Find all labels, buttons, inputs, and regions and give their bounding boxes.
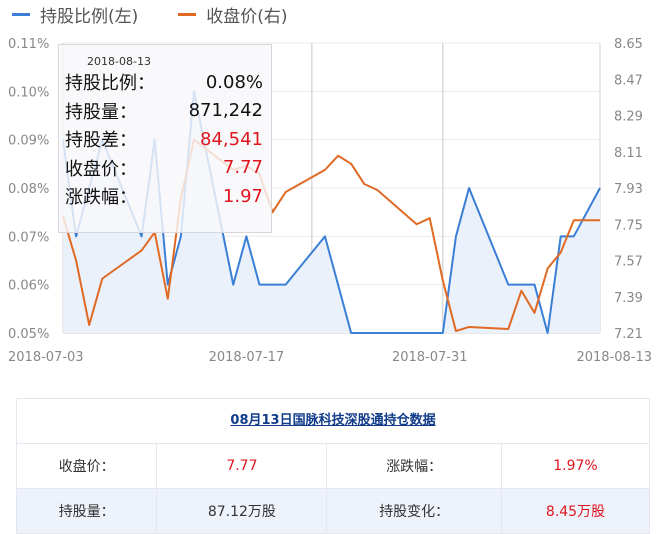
- left-tick-label: 0.10%: [8, 85, 49, 100]
- tooltip-row-close: 收盘价： 7.77: [59, 154, 271, 183]
- table-cell-label: 持股量：: [17, 488, 157, 533]
- tooltip-label: 持股差：: [65, 130, 137, 152]
- right-tick-label: 8.47: [614, 73, 643, 88]
- table-title: 08月13日国脉科技深股通持仓数据: [17, 399, 649, 443]
- right-tick-label: 8.11: [614, 146, 643, 161]
- table-cell-value: 87.12万股: [156, 488, 327, 533]
- tooltip-label: 收盘价：: [65, 158, 137, 180]
- right-tick-label: 7.57: [614, 255, 643, 270]
- right-tick-label: 7.39: [614, 291, 643, 306]
- left-tick-label: 0.08%: [8, 182, 49, 197]
- legend-item-price[interactable]: 收盘价(右): [166, 2, 288, 27]
- table-row: 收盘价： 7.77 涨跌幅： 1.97%: [17, 443, 649, 489]
- table-title-link[interactable]: 08月13日国脉科技深股通持仓数据: [230, 413, 435, 428]
- legend-label-holding: 持股比例(左): [40, 6, 139, 27]
- right-tick-label: 7.75: [614, 218, 643, 233]
- chart-tooltip: 2018-08-13 持股比例： 0.08% 持股量： 871,242 持股差：…: [58, 44, 272, 233]
- tooltip-value: 0.08%: [205, 71, 263, 93]
- x-tick-label: 2018-07-17: [209, 350, 285, 365]
- holding-chart: 0.11% 0.10% 0.09% 0.08% 0.07% 0.06% 0.05% 8.65 8…: [0, 0, 656, 378]
- tooltip-value: 871,242: [188, 100, 263, 122]
- tooltip-date: 2018-08-13: [87, 55, 151, 68]
- table-cell-value: 8.45万股: [500, 488, 649, 533]
- right-tick-label: 8.29: [614, 110, 643, 125]
- tooltip-row-volume: 持股量： 871,242: [59, 97, 271, 126]
- table-cell-label: 持股变化：: [326, 488, 502, 533]
- tooltip-row-diff: 持股差： 84,541: [59, 125, 271, 154]
- tooltip-value: 84,541: [200, 128, 263, 150]
- legend-swatch-price: [178, 12, 197, 16]
- table-cell-label: 收盘价：: [17, 443, 157, 489]
- x-tick-label: 2018-07-31: [392, 350, 468, 365]
- right-tick-label: 7.21: [614, 327, 643, 342]
- legend-label-price: 收盘价(右): [206, 6, 288, 27]
- left-tick-label: 0.05%: [8, 327, 49, 342]
- left-tick-label: 0.07%: [8, 230, 49, 245]
- tooltip-label: 涨跌幅：: [65, 187, 137, 209]
- right-tick-label: 7.93: [614, 182, 643, 197]
- tooltip-label: 持股比例：: [65, 73, 155, 95]
- table-cell-label: 涨跌幅：: [326, 443, 502, 489]
- table-cell-value: 1.97%: [500, 443, 649, 489]
- tooltip-value: 1.97: [222, 185, 263, 207]
- tooltip-label: 持股量：: [65, 101, 137, 123]
- holding-data-table: 收盘价： 7.77 涨跌幅： 1.97% 持股量： 87.12万股 持股变化： …: [17, 443, 649, 533]
- table-row: 持股量： 87.12万股 持股变化： 8.45万股: [17, 488, 649, 533]
- table-cell-value: 7.77: [156, 443, 327, 489]
- legend-swatch-holding: [12, 12, 30, 16]
- chart-legend: 持股比例(左) 收盘价(右): [0, 2, 316, 27]
- x-tick-label: 2018-08-13: [576, 350, 652, 365]
- legend-item-holding[interactable]: 持股比例(左): [0, 2, 138, 27]
- left-tick-label: 0.11%: [8, 37, 49, 52]
- tooltip-value: 7.77: [222, 157, 263, 179]
- tooltip-row-ratio: 持股比例： 0.08%: [59, 68, 271, 97]
- right-tick-label: 8.65: [614, 37, 643, 52]
- left-tick-label: 0.06%: [8, 279, 49, 294]
- tooltip-row-change: 涨跌幅： 1.97: [59, 182, 271, 211]
- left-tick-label: 0.09%: [8, 134, 49, 149]
- holding-table: 08月13日国脉科技深股通持仓数据 收盘价： 7.77 涨跌幅： 1.97% 持…: [16, 398, 650, 534]
- x-tick-label: 2018-07-03: [8, 350, 84, 365]
